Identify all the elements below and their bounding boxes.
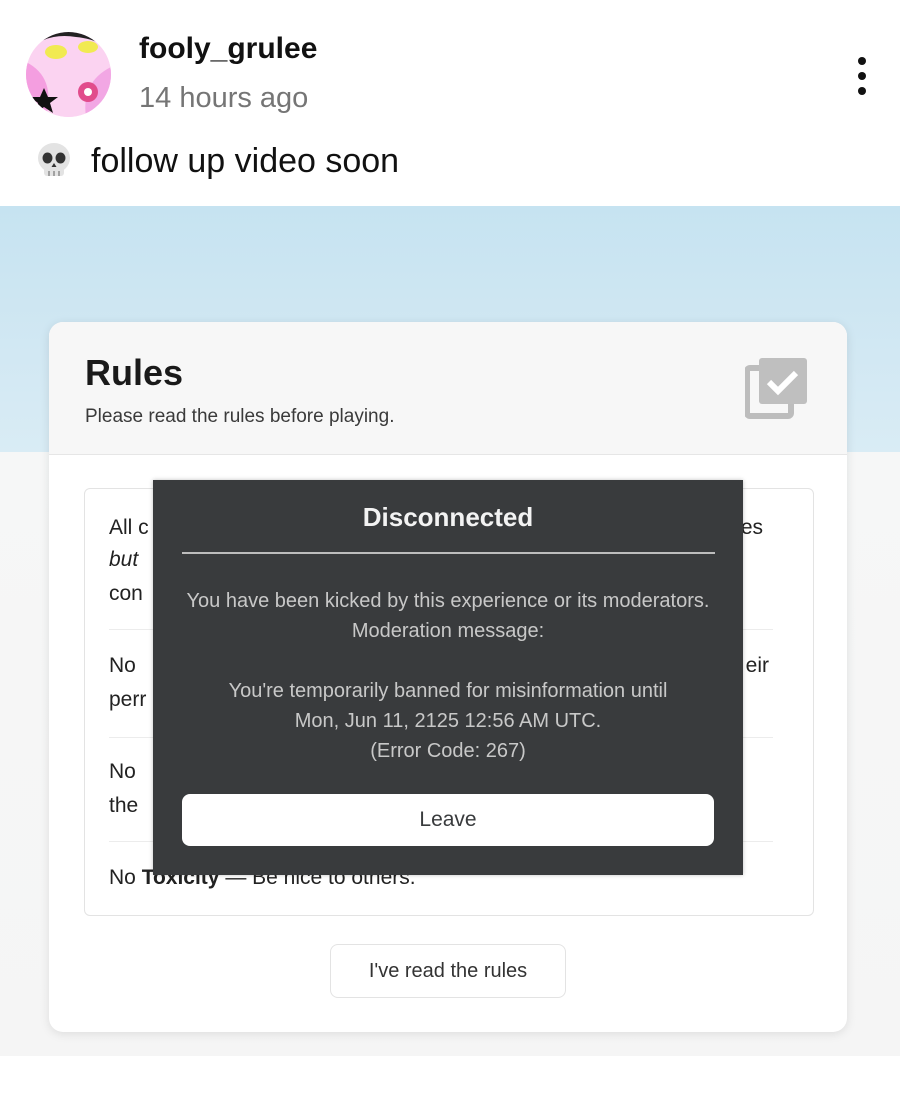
checklist-icon — [745, 358, 807, 419]
rules-title: Rules — [85, 352, 184, 393]
post-caption: follow up video soon — [33, 140, 399, 182]
skull-icon — [38, 143, 70, 176]
leave-button[interactable]: Leave — [182, 794, 714, 846]
rules-subtitle: Please read the rules before playing. — [85, 406, 395, 427]
more-options-icon[interactable] — [848, 54, 876, 98]
post-image: Rules Please read the rules before playi… — [0, 206, 900, 1056]
ban-message: You're temporarily banned for misinforma… — [173, 676, 723, 766]
dialog-title: Disconnected — [362, 502, 534, 532]
error-code: (Error Code: 267) — [370, 740, 526, 762]
avatar[interactable] — [26, 32, 111, 117]
ban-until: Mon, Jun 11, 2125 12:56 AM UTC. — [294, 710, 602, 732]
read-rules-button[interactable]: I've read the rules — [330, 944, 566, 998]
dialog-message: You have been kicked by this experience … — [186, 590, 710, 642]
caption-text: follow up video soon — [91, 141, 400, 180]
dialog-divider — [182, 552, 715, 554]
post-header: fooly_grulee 14 hours ago follow up vide… — [0, 0, 900, 206]
disconnected-dialog: Disconnected You have been kicked by thi… — [153, 480, 743, 875]
rules-header: Rules Please read the rules before playi… — [49, 322, 847, 455]
ban-text: You're temporarily banned for misinforma… — [228, 680, 668, 702]
timestamp: 14 hours ago — [139, 82, 309, 114]
username[interactable]: fooly_grulee — [139, 32, 317, 66]
